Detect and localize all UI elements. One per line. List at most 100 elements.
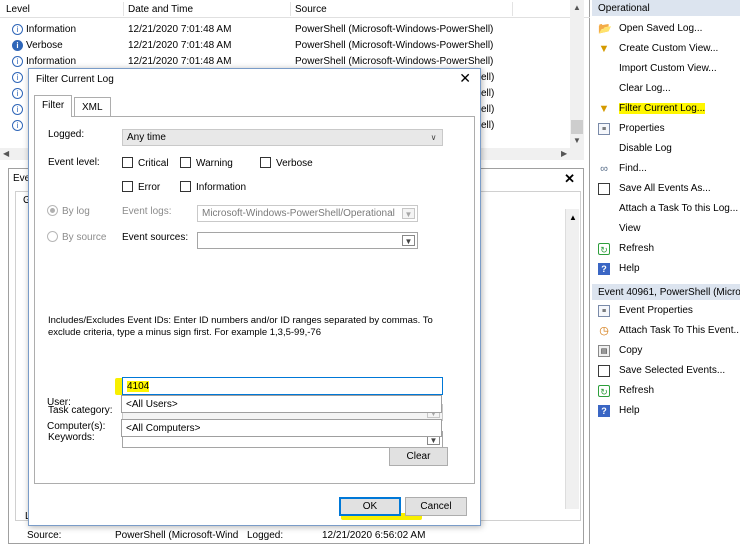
scroll-up-icon[interactable]: ▲	[569, 213, 577, 222]
action-label: Refresh	[619, 385, 655, 396]
column-separator[interactable]	[290, 2, 291, 16]
action-refresh[interactable]: ↻ Refresh	[592, 381, 740, 401]
event-list-vertical-scrollbar[interactable]: ▲ ▼	[570, 0, 584, 148]
source-label: Source:	[27, 530, 62, 541]
action-label: Properties	[619, 123, 665, 134]
row-source: PowerShell (Microsoft-Windows-PowerShell…	[295, 24, 494, 35]
folder-open-icon: 📂	[598, 23, 612, 35]
warning-checkbox[interactable]	[180, 157, 191, 168]
table-row[interactable]: i Verbose 12/21/2020 7:01:48 AM PowerShe…	[0, 38, 570, 54]
logged-label: Logged:	[247, 530, 284, 541]
computer-input[interactable]: <All Computers>	[121, 419, 442, 437]
column-level[interactable]: Level	[6, 4, 30, 15]
user-label: User:	[47, 397, 71, 408]
action-label: Disable Log	[619, 143, 672, 154]
action-open-saved-log[interactable]: 📂 Open Saved Log...	[592, 19, 740, 39]
tab-filter[interactable]: Filter	[34, 95, 73, 117]
action-label: Event Properties	[619, 305, 693, 316]
action-clear-log[interactable]: Clear Log...	[592, 79, 740, 99]
action-help[interactable]: ? Help	[592, 259, 740, 279]
critical-checkbox[interactable]	[122, 157, 133, 168]
scroll-down-icon[interactable]: ▼	[573, 136, 581, 145]
action-refresh[interactable]: ↻ Refresh	[592, 239, 740, 259]
save-icon	[598, 365, 610, 377]
action-label: Refresh	[619, 243, 655, 254]
event-id-value: 4104	[127, 381, 150, 392]
tab-xml[interactable]: XML	[74, 97, 111, 117]
table-row[interactable]: i Information 12/21/2020 7:01:48 AM Powe…	[0, 22, 570, 38]
by-log-label: By log	[62, 206, 90, 217]
action-create-custom-view[interactable]: ▼ Create Custom View...	[592, 39, 740, 59]
column-source[interactable]: Source	[295, 4, 327, 15]
event-id-description: Includes/Excludes Event IDs: Enter ID nu…	[48, 315, 433, 338]
row-date: 12/21/2020 7:01:48 AM	[128, 40, 232, 51]
verbose-label: Verbose	[276, 158, 313, 169]
refresh-icon: ↻	[598, 385, 610, 397]
computer-value: <All Computers>	[126, 423, 201, 434]
scroll-up-icon[interactable]: ▲	[573, 3, 581, 12]
column-separator[interactable]	[123, 2, 124, 16]
action-label: Filter Current Log...	[619, 103, 706, 114]
action-save-selected-events[interactable]: Save Selected Events...	[592, 361, 740, 381]
user-input[interactable]: <All Users>	[121, 395, 442, 413]
action-disable-log[interactable]: Disable Log	[592, 139, 740, 159]
event-logs-label: Event logs:	[122, 206, 172, 217]
action-import-custom-view[interactable]: Import Custom View...	[592, 59, 740, 79]
by-log-radio[interactable]	[47, 205, 58, 216]
action-label: Attach Task To This Event...	[619, 325, 740, 336]
by-source-radio[interactable]	[47, 231, 58, 242]
dialog-title: Filter Current Log	[36, 74, 114, 85]
actions-section-header[interactable]: Operational	[592, 0, 740, 16]
action-find[interactable]: ∞ Find...	[592, 159, 740, 179]
warning-label: Warning	[196, 158, 233, 169]
chevron-down-icon: ▼	[402, 208, 415, 219]
row-source: ell)	[481, 88, 495, 99]
verbose-checkbox[interactable]	[260, 157, 271, 168]
event-id-input[interactable]: 4104	[122, 377, 443, 395]
detail-scrollbar[interactable]: ▲	[565, 209, 579, 509]
information-icon: i	[12, 56, 23, 67]
logged-select[interactable]: Any time ∨	[122, 129, 443, 146]
cancel-button[interactable]: Cancel	[405, 497, 467, 516]
action-event-properties[interactable]: ≡ Event Properties	[592, 301, 740, 321]
close-icon[interactable]: ✕	[459, 70, 471, 87]
clear-button[interactable]: Clear	[389, 447, 448, 466]
action-filter-current-log[interactable]: ▼ Filter Current Log...	[592, 99, 740, 119]
actions-section-header[interactable]: Event 40961, PowerShell (Micros	[592, 284, 740, 300]
action-copy[interactable]: ▤ Copy	[592, 341, 740, 361]
scroll-left-icon[interactable]: ◀	[3, 149, 9, 158]
action-label: Save Selected Events...	[619, 365, 726, 376]
by-source-label: By source	[62, 232, 107, 243]
action-attach-task-log[interactable]: Attach a Task To this Log...	[592, 199, 740, 219]
event-sources-select[interactable]: ▼	[197, 232, 418, 249]
task-icon: ◷	[599, 325, 609, 337]
action-label: Save All Events As...	[619, 183, 711, 194]
action-properties[interactable]: ≡ Properties	[592, 119, 740, 139]
column-date[interactable]: Date and Time	[128, 4, 193, 15]
information-icon: i	[12, 72, 23, 83]
chevron-down-icon: ▼	[402, 235, 415, 246]
filter-dialog: Filter Current Log ✕ Filter XML Logged: …	[28, 68, 481, 526]
refresh-icon: ↻	[598, 243, 610, 255]
ok-button[interactable]: OK	[339, 497, 401, 516]
information-icon: i	[12, 88, 23, 99]
action-label: Help	[619, 405, 640, 416]
action-help[interactable]: ? Help	[592, 401, 740, 421]
close-icon[interactable]: ✕	[564, 171, 575, 187]
column-separator[interactable]	[512, 2, 513, 16]
action-label: View	[619, 223, 641, 234]
scroll-right-icon[interactable]: ▶	[561, 149, 567, 158]
row-level: Information	[26, 24, 77, 35]
action-label: Help	[619, 263, 640, 274]
row-date: 12/21/2020 7:01:48 AM	[128, 24, 232, 35]
logged-value: Any time	[127, 132, 166, 143]
event-grid-header: Level Date and Time Source	[0, 0, 590, 18]
event-logs-select[interactable]: Microsoft-Windows-PowerShell/Operational…	[197, 205, 418, 222]
scroll-thumb[interactable]	[571, 120, 583, 134]
action-attach-task-event[interactable]: ◷ Attach Task To This Event...	[592, 321, 740, 341]
action-save-all-events[interactable]: Save All Events As...	[592, 179, 740, 199]
information-checkbox[interactable]	[180, 181, 191, 192]
verbose-icon: i	[12, 40, 23, 51]
error-checkbox[interactable]	[122, 181, 133, 192]
action-view[interactable]: View	[592, 219, 740, 239]
